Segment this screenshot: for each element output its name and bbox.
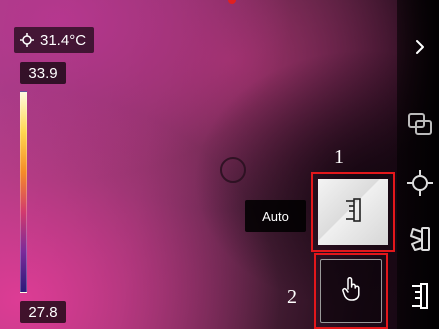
step-label-2: 2 [287, 286, 297, 308]
crosshair-icon [20, 33, 34, 47]
spot-temperature-readout: 31.4°C [14, 27, 95, 53]
recording-indicator [228, 0, 236, 4]
chevron-right-icon[interactable] [405, 32, 435, 62]
scale-min-value: 27.8 [20, 301, 66, 323]
thermal-camera-screen: 31.4°C 33.9 27.8 Auto 1 2 [0, 0, 439, 329]
target-icon[interactable] [405, 168, 435, 198]
auto-mode-tooltip: Auto [245, 200, 306, 232]
color-scale-bar [20, 91, 27, 293]
manual-range-button[interactable] [320, 259, 382, 323]
hand-pointer-icon [340, 276, 362, 307]
temperature-value: 31.4°C [40, 31, 87, 49]
palette-icon[interactable] [405, 224, 435, 254]
center-spot-marker [220, 157, 246, 183]
scale-max-value: 33.9 [20, 62, 66, 84]
range-icon[interactable] [405, 281, 435, 311]
range-auto-icon [342, 197, 364, 228]
step-label-1: 1 [334, 146, 344, 168]
auto-range-button[interactable] [318, 179, 388, 245]
image-overlay-icon[interactable] [405, 109, 435, 139]
